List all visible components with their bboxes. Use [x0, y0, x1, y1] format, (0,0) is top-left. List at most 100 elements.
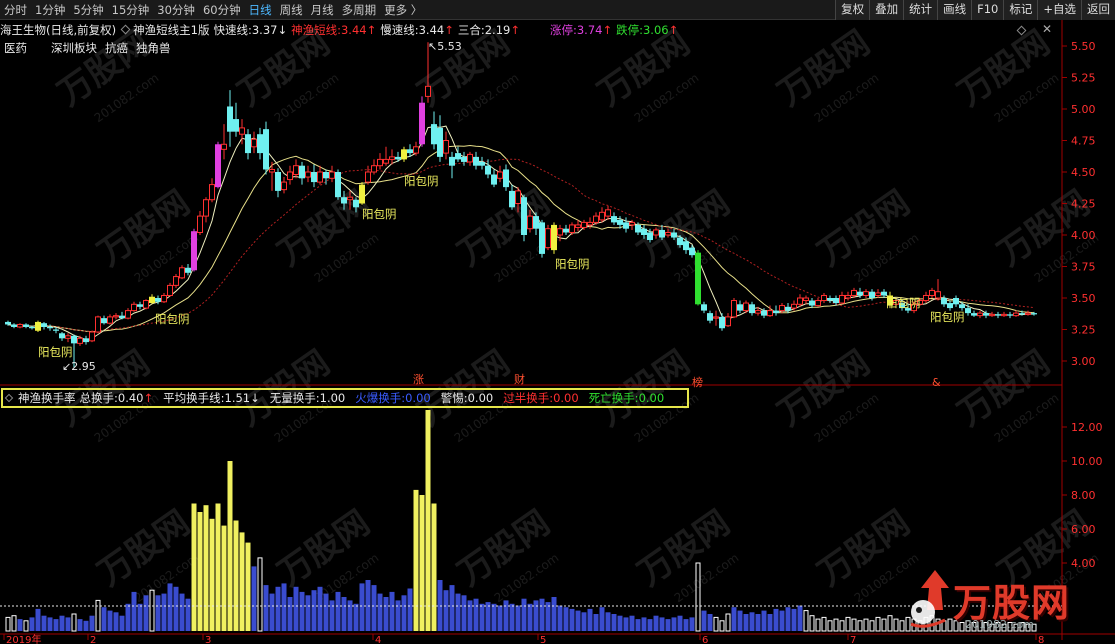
candle-body — [269, 168, 275, 173]
candle-body — [869, 291, 875, 298]
candle-body — [287, 171, 293, 181]
volume-bar — [731, 607, 737, 631]
volume-bar — [317, 586, 323, 631]
volume-bar — [35, 608, 41, 631]
volume-bar — [233, 520, 239, 631]
over-half-value: 0.00 — [553, 391, 579, 405]
candle-body — [215, 144, 221, 188]
candle-body — [395, 156, 401, 160]
volume-bar — [419, 495, 425, 631]
candle-body — [785, 306, 791, 311]
high-price: 5.53 — [437, 40, 462, 53]
warn-label: 警惕: — [440, 391, 468, 405]
volume-bar — [497, 605, 503, 631]
volume-bar — [707, 614, 713, 631]
total-turnover-arrow: ↑ — [143, 391, 154, 405]
candle-body — [959, 304, 965, 309]
candle-body — [863, 291, 869, 296]
price-tick-label: 3.00 — [1071, 355, 1096, 368]
settings-diamond-icon[interactable] — [4, 393, 14, 403]
candle-body — [695, 252, 701, 305]
candle-body — [485, 165, 491, 175]
candle-body — [665, 231, 671, 236]
volume-tick-label: 6.00 — [1071, 523, 1096, 536]
candle-body — [629, 221, 635, 226]
volume-bar — [167, 583, 173, 631]
candle-body — [797, 297, 803, 305]
candle-body — [59, 333, 65, 339]
candle-body — [23, 324, 29, 327]
candle-body — [965, 308, 971, 314]
volume-bar — [287, 597, 293, 631]
candle-body — [731, 300, 737, 318]
volume-bar — [533, 600, 539, 631]
volume-bar — [401, 595, 407, 631]
date-tick-label: 5 — [540, 635, 546, 644]
candle-body — [149, 296, 155, 304]
turnover-name[interactable]: 神渔换手率 — [18, 390, 76, 406]
candle-body — [491, 174, 497, 185]
volume-bar — [41, 615, 47, 631]
candle-body — [569, 224, 575, 233]
candle-body — [641, 228, 647, 235]
candle-body — [239, 127, 245, 135]
candle-body — [323, 172, 329, 179]
candle-body — [611, 216, 617, 223]
volume-bar — [581, 612, 587, 631]
candle-body — [743, 302, 749, 312]
candle-body — [359, 184, 365, 204]
volume-bar — [521, 598, 527, 631]
volume-bar — [5, 616, 11, 632]
candle-body — [575, 224, 581, 228]
pattern-label: 阳包阴 — [362, 207, 397, 221]
volume-bar — [11, 615, 17, 632]
event-marker: 榜 — [692, 375, 703, 389]
volume-bar — [257, 557, 263, 632]
volume-bar — [869, 620, 875, 632]
volume-bar — [29, 617, 35, 631]
price-tick-label: 4.25 — [1071, 198, 1096, 211]
volume-bar — [647, 619, 653, 631]
volume-bar — [299, 591, 305, 631]
candle-body — [383, 158, 389, 164]
volume-bar — [335, 591, 341, 631]
candle-body — [653, 229, 659, 236]
candle-body — [329, 171, 335, 179]
candle-body — [821, 294, 827, 302]
candle-body — [293, 165, 299, 176]
candle-body — [257, 134, 263, 154]
candle-body — [851, 289, 857, 296]
volume-bar — [641, 617, 647, 631]
candle-body — [527, 215, 533, 230]
volume-bar — [821, 616, 827, 632]
candle-body — [557, 228, 563, 236]
price-tick-label: 3.25 — [1071, 324, 1096, 337]
volume-bar — [185, 598, 191, 631]
volume-bar — [779, 610, 785, 631]
candle-body — [683, 241, 689, 251]
candle-body — [143, 300, 149, 309]
candle-body — [161, 294, 167, 303]
avg-turnover-label: 平均换手线: — [163, 391, 225, 405]
pattern-label: 阳包阴 — [404, 174, 439, 188]
candle-body — [791, 303, 797, 309]
volume-bar — [449, 585, 455, 631]
candle-body — [221, 143, 227, 150]
candle-body — [155, 298, 161, 302]
volume-bar — [137, 603, 143, 631]
volume-bar — [467, 600, 473, 631]
kline-chart[interactable]: 万股网201082.com 万股网201082.com 万股网201082.com 万… — [0, 0, 1115, 644]
candle-body — [671, 232, 677, 238]
volume-bar — [275, 586, 281, 631]
volume-bar — [173, 586, 179, 631]
warn-value: 0.00 — [467, 391, 494, 405]
dead-turnover-label: 死亡换手: — [588, 391, 639, 405]
candle-body — [473, 156, 479, 166]
volume-bar — [407, 588, 413, 631]
volume-bar — [761, 610, 767, 631]
low-annotation: ↙2.95 — [62, 360, 96, 373]
price-tick-label: 5.50 — [1071, 40, 1096, 53]
volume-bar — [653, 615, 659, 631]
event-marker: 涨 — [413, 373, 424, 386]
candle-body — [233, 119, 239, 132]
